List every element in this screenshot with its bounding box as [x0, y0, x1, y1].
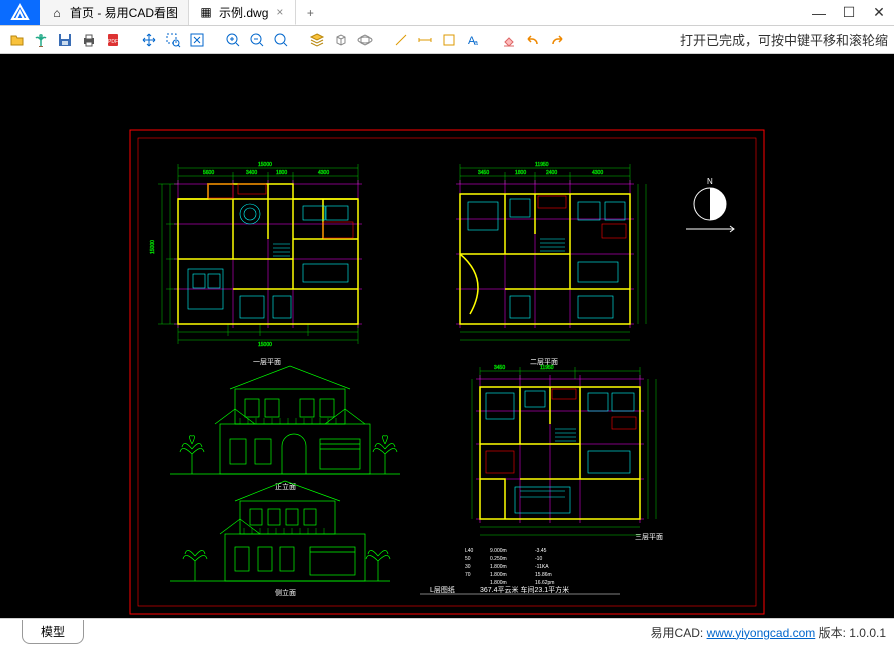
zoom-button[interactable]: [270, 29, 292, 51]
text-button[interactable]: Aa: [462, 29, 484, 51]
grid-icon: ▦: [199, 5, 213, 19]
info: 30: [465, 564, 471, 570]
3d-orbit-button[interactable]: [354, 29, 376, 51]
area-button[interactable]: [438, 29, 460, 51]
version-label: 版本:: [815, 626, 849, 640]
dim: 3450: [494, 365, 505, 371]
info: 1.800m: [490, 572, 507, 578]
titlebar: ⌂ 首页 - 易用CAD看图 ▦ 示例.dwg × + — ☐ ✕: [0, 0, 894, 26]
3d-box-button[interactable]: [330, 29, 352, 51]
dim: 3400: [246, 170, 257, 176]
measure-button[interactable]: [414, 29, 436, 51]
home-icon: ⌂: [50, 6, 64, 20]
undo-button[interactable]: [522, 29, 544, 51]
dim: 3450: [478, 170, 489, 176]
elev-side-label: 侧立面: [275, 588, 296, 597]
print-button[interactable]: [78, 29, 100, 51]
dim: 11950: [535, 162, 549, 168]
toolbar-status-text: 打开已完成，可按中键平移和滚轮缩: [680, 30, 888, 49]
close-button[interactable]: ✕: [864, 4, 894, 21]
dim: 15000: [150, 240, 156, 254]
window-controls: — ☐ ✕: [804, 0, 894, 25]
info: 9.000m: [490, 548, 507, 554]
tab-home-label: 首页 - 易用CAD看图: [70, 4, 178, 21]
dim: 4300: [318, 170, 329, 176]
info: 0.250m: [490, 556, 507, 562]
dim: 5600: [203, 170, 214, 176]
maximize-button[interactable]: ☐: [834, 4, 864, 21]
plan3-label: 三层平面: [635, 533, 663, 541]
dim: 15000: [258, 162, 272, 168]
open-button[interactable]: [6, 29, 28, 51]
zoom-window-button[interactable]: [162, 29, 184, 51]
info: -3.45: [535, 548, 547, 554]
dim: 1800: [515, 170, 526, 176]
tab-strip: ⌂ 首页 - 易用CAD看图 ▦ 示例.dwg × +: [40, 0, 804, 25]
svg-text:L层图纸: L层图纸: [430, 585, 455, 594]
minimize-button[interactable]: —: [804, 5, 834, 21]
erase-button[interactable]: [498, 29, 520, 51]
dim: 15000: [258, 342, 272, 348]
layers-button[interactable]: [306, 29, 328, 51]
palm-button[interactable]: [30, 29, 52, 51]
info: L40: [465, 548, 474, 554]
brand-url[interactable]: www.yiyongcad.com: [707, 626, 816, 640]
tab-file-label: 示例.dwg: [219, 4, 268, 21]
pan-button[interactable]: [138, 29, 160, 51]
info: 16.62pm: [535, 580, 554, 586]
redo-button[interactable]: [546, 29, 568, 51]
dim: 1800: [276, 170, 287, 176]
version-value: 1.0.0.1: [849, 626, 886, 640]
line-button[interactable]: [390, 29, 412, 51]
zoom-out-button[interactable]: [246, 29, 268, 51]
info: 50: [465, 556, 471, 562]
info: -10: [535, 556, 542, 562]
svg-text:N: N: [707, 177, 713, 186]
tab-close-icon[interactable]: ×: [274, 5, 285, 19]
new-tab-button[interactable]: +: [296, 0, 324, 25]
drawing-canvas[interactable]: 5600 3400 1800 4300 15000 15000 15000: [0, 54, 894, 618]
save-button[interactable]: [54, 29, 76, 51]
model-tab[interactable]: 模型: [22, 620, 84, 644]
tab-file[interactable]: ▦ 示例.dwg ×: [189, 0, 296, 25]
dim: 11950: [540, 365, 554, 371]
dim: 4300: [592, 170, 603, 176]
statusbar: 模型 易用CAD: www.yiyongcad.com 版本: 1.0.0.1: [0, 618, 894, 645]
zoom-extents-button[interactable]: [186, 29, 208, 51]
info: 70: [465, 572, 471, 578]
pdf-button[interactable]: PDF: [102, 29, 124, 51]
toolbar: PDF Aa 打开已完成，可按中键平移和滚轮缩: [0, 26, 894, 54]
info: 1.800m: [490, 564, 507, 570]
tab-home[interactable]: ⌂ 首页 - 易用CAD看图: [40, 0, 189, 25]
svg-text:PDF: PDF: [108, 39, 118, 45]
frame-dims: 367.4平云米 车间23.1平方米: [480, 585, 569, 594]
compass-icon: N: [686, 177, 734, 232]
statusbar-info: 易用CAD: www.yiyongcad.com 版本: 1.0.0.1: [651, 624, 886, 641]
brand-label: 易用CAD:: [651, 626, 707, 640]
dim: 2400: [546, 170, 557, 176]
info: -11KA: [535, 564, 549, 570]
info: 15.86m: [535, 572, 552, 578]
app-logo: [0, 0, 40, 25]
plan1-label: 一层平面: [253, 358, 281, 366]
zoom-in-button[interactable]: [222, 29, 244, 51]
svg-text:a: a: [474, 40, 478, 47]
info: 1.800m: [490, 580, 507, 586]
elev-front-label: 正立面: [275, 482, 296, 491]
